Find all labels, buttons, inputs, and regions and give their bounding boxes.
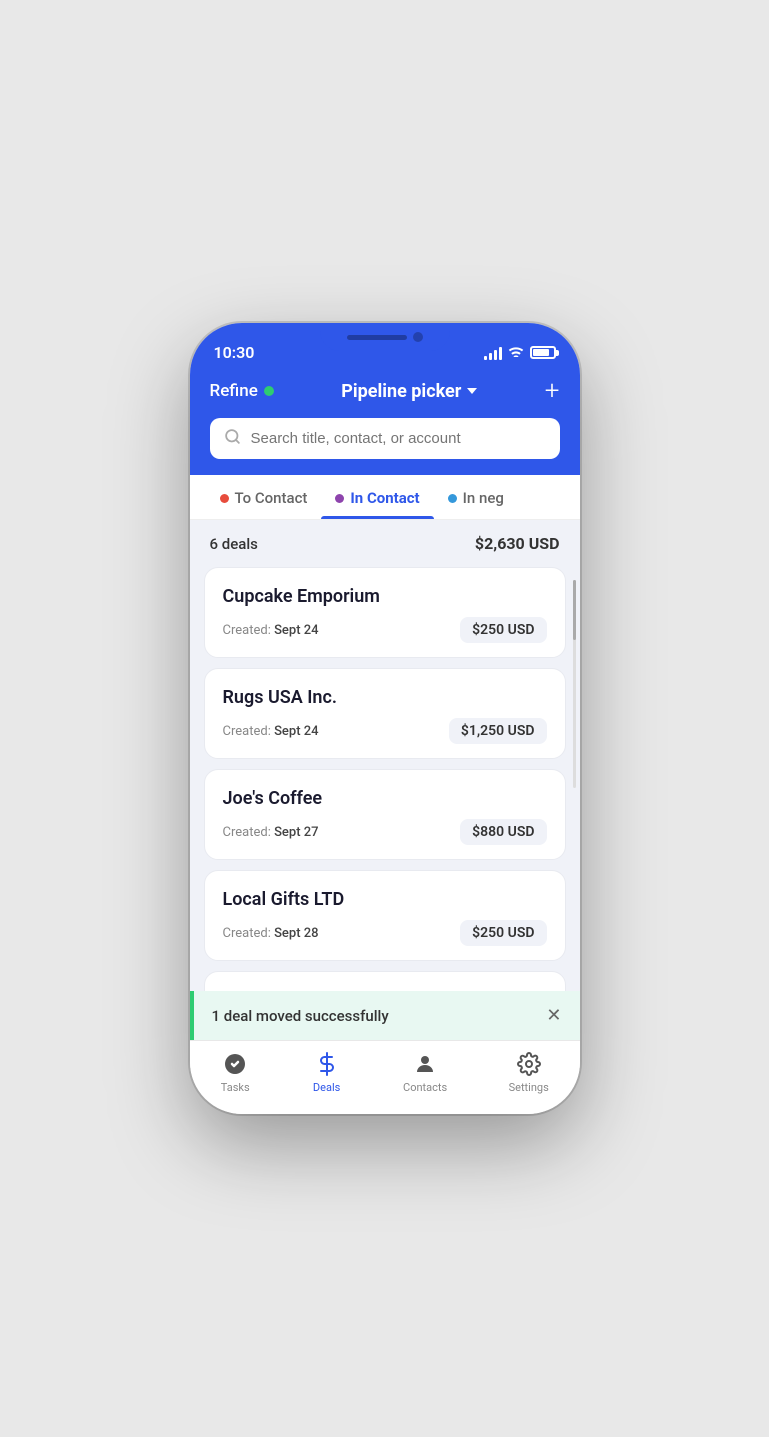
- refine-button[interactable]: Refine: [210, 381, 274, 401]
- deal-name-1: Cupcake Emporium: [223, 586, 547, 607]
- to-contact-dot: [220, 494, 229, 503]
- deal-name-3: Joe's Coffee: [223, 788, 547, 809]
- deal-meta-1: Created: Sept 24 $250 USD: [223, 617, 547, 643]
- deal-card-4[interactable]: Local Gifts LTD Created: Sept 28 $250 US…: [204, 870, 566, 961]
- search-bar: [210, 418, 560, 459]
- deal-meta-4: Created: Sept 28 $250 USD: [223, 920, 547, 946]
- tasks-icon: [220, 1051, 250, 1077]
- nav-deals[interactable]: Deals: [312, 1051, 342, 1094]
- tab-in-neg[interactable]: In neg: [434, 475, 518, 519]
- contacts-label: Contacts: [403, 1081, 447, 1094]
- clock: 10:30: [214, 343, 255, 362]
- status-bar: 10:30: [190, 323, 580, 368]
- deals-label: Deals: [313, 1081, 340, 1094]
- in-neg-dot: [448, 494, 457, 503]
- deal-date-3: Created: Sept 27: [223, 825, 319, 840]
- tasks-label: Tasks: [221, 1081, 250, 1094]
- notch-camera: [413, 332, 423, 342]
- deals-summary: 6 deals $2,630 USD: [190, 520, 580, 567]
- scrollbar: [573, 580, 576, 788]
- deal-card-3[interactable]: Joe's Coffee Created: Sept 27 $880 USD: [204, 769, 566, 860]
- header-top: Refine Pipeline picker +: [210, 378, 560, 404]
- chevron-down-icon: [467, 388, 477, 394]
- deal-date-2: Created: Sept 24: [223, 724, 319, 739]
- tab-in-contact[interactable]: In Contact: [321, 475, 433, 519]
- nav-tasks[interactable]: Tasks: [220, 1051, 250, 1094]
- nav-contacts[interactable]: Contacts: [403, 1051, 447, 1094]
- deal-meta-2: Created: Sept 24 $1,250 USD: [223, 718, 547, 744]
- deals-total: $2,630 USD: [475, 534, 560, 553]
- search-icon: [224, 428, 241, 449]
- deal-amount-3: $880 USD: [460, 819, 546, 845]
- toast-close-button[interactable]: ✕: [546, 1005, 561, 1026]
- pipeline-picker-label: Pipeline picker: [341, 381, 461, 402]
- battery-icon: [530, 346, 556, 359]
- deal-amount-2: $1,250 USD: [449, 718, 547, 744]
- refine-label: Refine: [210, 381, 258, 401]
- wifi-icon: [508, 345, 524, 361]
- tabs-bar: To Contact In Contact In neg: [190, 475, 580, 520]
- toast-message: 1 deal moved successfully: [212, 1007, 389, 1025]
- pipeline-picker-button[interactable]: Pipeline picker: [341, 381, 477, 402]
- tab-to-contact[interactable]: To Contact: [206, 475, 322, 519]
- deal-amount-1: $250 USD: [460, 617, 546, 643]
- deal-date-1: Created: Sept 24: [223, 623, 319, 638]
- deal-amount-4: $250 USD: [460, 920, 546, 946]
- search-input[interactable]: [251, 430, 546, 447]
- tab-to-contact-label: To Contact: [235, 489, 308, 507]
- header: Refine Pipeline picker +: [190, 368, 580, 475]
- tab-in-neg-label: In neg: [463, 489, 504, 507]
- tab-in-contact-label: In Contact: [350, 489, 419, 507]
- contacts-icon: [410, 1051, 440, 1077]
- settings-icon: [514, 1051, 544, 1077]
- deal-date-4: Created: Sept 28: [223, 926, 319, 941]
- scrollbar-thumb: [573, 580, 576, 640]
- add-deal-button[interactable]: +: [545, 378, 560, 404]
- signal-icon: [484, 346, 502, 360]
- deal-meta-3: Created: Sept 27 $880 USD: [223, 819, 547, 845]
- toast-notification: 1 deal moved successfully ✕: [190, 991, 580, 1040]
- deal-name-2: Rugs USA Inc.: [223, 687, 547, 708]
- in-contact-dot: [335, 494, 344, 503]
- deals-count: 6 deals: [210, 535, 258, 553]
- deal-card-2[interactable]: Rugs USA Inc. Created: Sept 24 $1,250 US…: [204, 668, 566, 759]
- deal-name-4: Local Gifts LTD: [223, 889, 547, 910]
- refine-active-dot: [264, 386, 274, 396]
- phone-frame: 10:30 Refine: [190, 323, 580, 1114]
- notch-bar: [347, 335, 407, 340]
- content-area: 6 deals $2,630 USD Cupcake Emporium Crea…: [190, 520, 580, 1040]
- deals-list: Cupcake Emporium Created: Sept 24 $250 U…: [190, 567, 580, 1040]
- deal-card-1[interactable]: Cupcake Emporium Created: Sept 24 $250 U…: [204, 567, 566, 658]
- deals-icon: [312, 1051, 342, 1077]
- nav-settings[interactable]: Settings: [509, 1051, 549, 1094]
- settings-label: Settings: [509, 1081, 549, 1094]
- bottom-nav: Tasks Deals Contacts: [190, 1040, 580, 1114]
- status-icons: [484, 345, 556, 361]
- notch: [320, 323, 450, 351]
